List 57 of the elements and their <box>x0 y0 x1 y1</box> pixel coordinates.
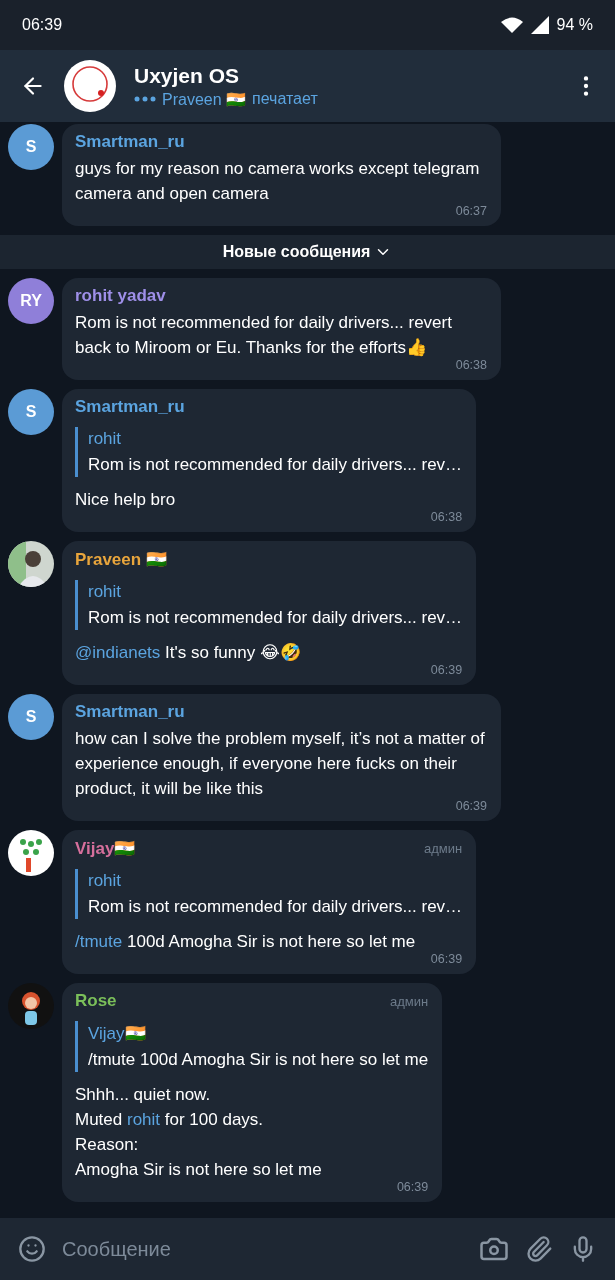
message-link[interactable]: rohit <box>127 1110 161 1129</box>
reply-author: rohit <box>88 429 123 449</box>
reply-author: rohit <box>88 871 123 891</box>
admin-label: админ <box>423 841 463 856</box>
sender-name[interactable]: Rose <box>75 991 117 1011</box>
admin-label: админ <box>390 993 429 1009</box>
message-text: Shhh... quiet now. <box>75 1084 212 1106</box>
reply-text: Rom is not recommended for daily drivers... rev… <box>88 897 463 917</box>
message-link[interactable]: /tmute <box>75 932 123 951</box>
reply-author: Vijay🇮🇳 <box>88 1023 147 1044</box>
reply-quote[interactable]: Vijay🇮🇳 /tmute 100d Amogha Sir is not here so let me <box>75 1021 429 1072</box>
wifi-icon <box>500 17 523 33</box>
message-time: 06:38 <box>455 358 487 372</box>
reply-quote[interactable]: rohit Rom is not recommended for daily drivers... rev… <box>75 580 463 630</box>
message-time: 06:39 <box>430 952 463 966</box>
message-time: 06:38 <box>430 510 463 524</box>
message-time: 06:37 <box>455 204 487 218</box>
avatar[interactable]: S <box>8 694 54 740</box>
message-text: Muted rohit for 100 days. <box>75 1109 265 1131</box>
sender-name[interactable]: Smartman_ru <box>75 702 185 722</box>
typing-status: печатает <box>252 90 318 108</box>
reply-text: Rom is not recommended for daily drivers... rev… <box>88 455 463 475</box>
sender-name[interactable]: Praveen 🇮🇳 <box>75 549 167 570</box>
message-link[interactable]: @indianets <box>75 643 161 662</box>
message-text: Nice help bro <box>75 489 177 511</box>
status-time: 06:39 <box>22 16 63 34</box>
chat-title: Uxyjen OS <box>134 63 241 88</box>
smile-icon[interactable] <box>18 1235 46 1263</box>
message-text: /tmute 100d Amogha Sir is not here so let me <box>75 931 417 953</box>
reply-quote[interactable]: rohit Rom is not recommended for daily drivers... rev… <box>75 869 463 919</box>
reply-text: /tmute 100d Amogha Sir is not here so let me <box>88 1050 429 1070</box>
reply-text: Rom is not recommended for daily drivers... rev… <box>88 608 463 628</box>
signal-icon <box>530 16 549 34</box>
sender-name[interactable]: Vijay🇮🇳 <box>75 838 136 859</box>
sender-name[interactable]: Smartman_ru <box>75 397 185 417</box>
message-time: 06:39 <box>455 799 487 813</box>
group-logo-icon <box>64 60 116 112</box>
message-text: Reason: <box>75 1134 140 1156</box>
sender-name[interactable]: Smartman_ru <box>75 132 185 152</box>
avatar[interactable]: S <box>8 389 54 435</box>
message-input[interactable]: Сообщение <box>62 1231 463 1267</box>
message-time: 06:39 <box>430 663 463 677</box>
avatar[interactable]: S <box>8 124 54 170</box>
typing-dots-icon <box>134 96 156 102</box>
message-text: @indianets It's so funny 😂🤣 <box>75 642 302 664</box>
message-text: Amogha Sir is not here so let me <box>75 1159 323 1181</box>
battery-level: 94 % <box>556 16 593 34</box>
message-text: how can I solve the problem myself, it’s not a matter of experience enough, if everyone here fucks on their product, it will be like this <box>75 728 486 800</box>
typing-user: Praveen 🇮🇳 <box>162 89 247 109</box>
paperclip-icon[interactable] <box>525 1235 553 1263</box>
avatar[interactable]: RY <box>8 278 54 324</box>
message-text: guys for my reason no camera works except telegram camera and open camera <box>75 158 481 205</box>
message-time: 06:39 <box>396 1180 429 1194</box>
sender-name[interactable]: rohit yadav <box>75 286 166 306</box>
reply-quote[interactable]: rohit Rom is not recommended for daily drivers... rev… <box>75 427 463 477</box>
reply-author: rohit <box>88 582 123 602</box>
message-text: Rom is not recommended for daily drivers... revert back to Miroom or Eu. Thanks for the efforts👍 <box>75 312 453 359</box>
